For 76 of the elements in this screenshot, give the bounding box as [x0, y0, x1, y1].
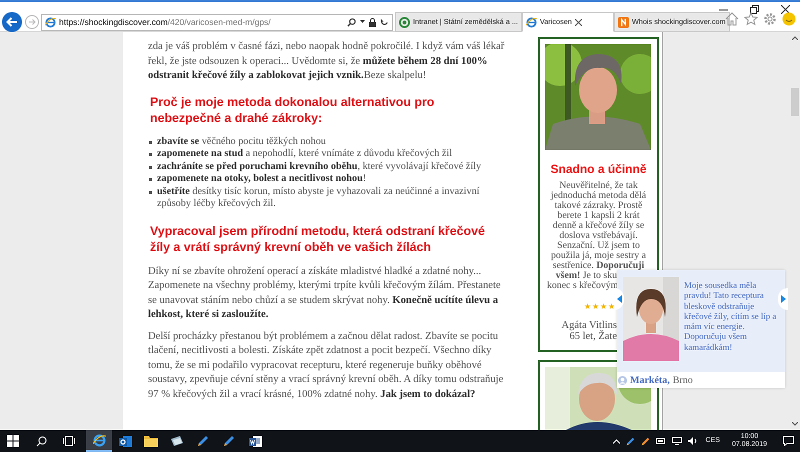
close-icon[interactable] — [574, 18, 582, 26]
testimonial-text: Moje sousedka měla pravdu! Tato receptura bleskově odstraňuje křečové žíly, cítím se líp a mám víc energie. Doporučuju všem kamarádkám! — [684, 279, 778, 354]
author-text: Agáta Vitlins — [560, 320, 617, 331]
text-line: sestřenice. Doporučuji — [552, 261, 646, 271]
arrow-left-icon — [616, 295, 622, 303]
lock-icon[interactable] — [369, 18, 376, 26]
maximize-icon[interactable] — [750, 5, 759, 14]
battery-icon[interactable] — [656, 438, 666, 444]
bullet-icon — [149, 166, 152, 168]
list-item: zapomenete na stud a nepohodlí, které vnímáte z důvodu křečových žil — [157, 148, 452, 160]
flame-icon — [618, 16, 629, 28]
pen-icon[interactable] — [640, 436, 650, 446]
pen-icon[interactable] — [197, 435, 209, 447]
author-text: 65 let, Žate — [569, 331, 617, 342]
list-item: zapomenete na otoky, bolest a necitlivost nohou! — [157, 173, 366, 186]
list-item: zachráníte se před poruchami krevního oběhu, které vyvolávají křečové žíly — [157, 160, 482, 173]
pen-icon[interactable] — [626, 436, 635, 446]
star-icon[interactable] — [744, 12, 758, 26]
notification-icon[interactable] — [783, 436, 794, 446]
document-app-icon[interactable] — [248, 434, 262, 448]
browser-icon — [45, 16, 56, 28]
task-view-icon[interactable] — [63, 436, 75, 446]
text-line: všem! Je to sku — [554, 271, 617, 281]
network-icon[interactable] — [672, 437, 682, 445]
search-icon[interactable] — [36, 436, 47, 446]
bullet-icon — [149, 153, 152, 156]
star-icon: ★ — [600, 303, 607, 311]
circle-logo-icon — [399, 16, 410, 28]
heading: Proč je moje metoda dokonalou alternativou pro nebezpečné a drahé zákroky: — [149, 94, 436, 126]
text-line: Neuvěřitelné, že tak — [558, 181, 639, 191]
text-line: doslova vstřebávají. — [558, 231, 639, 241]
text-line: denně a křečové žíly se — [552, 221, 646, 231]
author-city: Brno — [672, 374, 693, 388]
text-line: jednoduchá metoda dělá — [550, 191, 648, 201]
paragraph: Delší procházky přestanou být problémem a začnou dělat radost. Zbavíte se pocitu tlačení, necitlivosti a bolesti. Získáte zpět zdatnost a pocit bezpečí. Všechno díky tomu, že se mi podařilo vypracovat recepturu, které regeneruje buňky oběhové soustavy, zpevňuje cévní stěny a vrací správný krevní oběh. A díky tomu odstraňuje 97 % křečových žil a vrací krásné, 100% zdatné nohy. Jak jsem to dokázal? — [148, 330, 504, 402]
paragraph: Díky ní se zbavíte ohrožení operací a získáte mladistvé hladké a zdatné nohy... Zapomenete na všechny problémy, kterými trpíte kvůli křečovým žílám. Přestanete se unavovat stáním nebo chůzí a se studem skrývat nohy. Konečně ucítíte úlevu a lehkost, které si zasloužíte. — [148, 264, 502, 322]
star-icon: ★ — [608, 303, 615, 311]
scroll-down-icon[interactable] — [792, 422, 798, 426]
text-line: Senzační. Už jsem to — [556, 241, 641, 251]
mail-app-icon[interactable] — [118, 434, 132, 448]
volume-icon[interactable] — [688, 437, 698, 445]
author-name: Markéta, — [630, 374, 670, 388]
scrollbar[interactable] — [790, 32, 800, 430]
address-bar[interactable]: https://shockingdiscover.com/420/varicosen-med-m/gps/ — [41, 14, 393, 30]
arrow-right-icon — [780, 295, 786, 303]
paragraph: zda je váš problém v časné fázi, nebo naopak hodně pokročilé. I když vám váš lékař řekl, že jste odsouzen k operaci... Uvědomte si, že můžete během 28 dní 100% odstranit křečové žíly a zablokovat jejich vznik.Beze skalpelu! — [148, 40, 506, 83]
app-icon[interactable] — [170, 435, 184, 447]
scroll-thumb[interactable] — [791, 88, 799, 116]
bullet-icon — [149, 190, 152, 194]
text-line: konec s křečovým — [547, 281, 617, 291]
list-item: zbavíte se věčného pocitu těžkých nohou — [157, 136, 326, 148]
text-line: berete 1 kapsli 2 krát — [556, 211, 641, 221]
text-line: použila já, moje sestry a — [550, 251, 647, 261]
refresh-icon[interactable] — [380, 18, 389, 26]
card-title: Snadno a účinně — [549, 161, 648, 178]
dropdown-icon[interactable] — [360, 20, 365, 24]
browser-icon[interactable] — [92, 434, 106, 446]
browser-icon — [526, 16, 537, 28]
start-icon[interactable] — [7, 435, 19, 447]
bullet-icon — [149, 178, 152, 181]
list-item: ušetříte desítky tisíc korun, místo abyste je vyhazovali za neúčinné a invazivní způsoby léčby křečových žil. — [157, 186, 481, 210]
scroll-up-icon[interactable] — [792, 36, 798, 40]
star-icon: ★ — [584, 303, 591, 311]
smiley-icon[interactable] — [782, 12, 796, 26]
bullet-icon — [149, 140, 152, 144]
folder-icon[interactable] — [144, 435, 158, 447]
search-icon[interactable] — [347, 18, 356, 26]
url-text: https://shockingdiscover.com/420/varicosen-med-m/gps/ — [59, 16, 271, 28]
pen-icon[interactable] — [223, 435, 235, 447]
heading: Vypracoval jsem přírodní metodu, která odstraní křečové žíly a vrátí správný krevní oběh ve vašich žílách — [149, 222, 486, 254]
chevron-up-icon[interactable] — [612, 438, 620, 444]
back-icon[interactable] — [2, 12, 22, 32]
next-button[interactable] — [778, 288, 788, 310]
text-line: takové zázraky. Prostě — [554, 201, 644, 211]
close-icon[interactable] — [781, 5, 790, 14]
star-icon: ★ — [592, 303, 599, 311]
